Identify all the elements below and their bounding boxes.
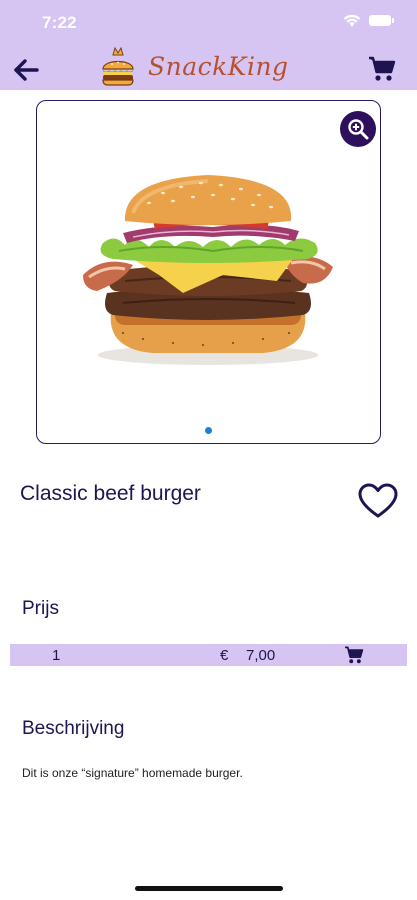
back-button[interactable] bbox=[8, 52, 44, 88]
cart-icon bbox=[369, 56, 396, 81]
arrow-left-icon bbox=[14, 59, 39, 81]
product-image-carousel[interactable] bbox=[36, 100, 381, 444]
status-time: 7:22 bbox=[42, 13, 77, 32]
app-header: 7:22 SnackKing bbox=[0, 0, 417, 90]
price-amount: 7,00 bbox=[246, 646, 276, 664]
product-detail-screen: 7:22 SnackKing Classic beef burger Prijs… bbox=[0, 0, 417, 900]
product-name: Classic beef burger bbox=[20, 482, 201, 505]
zoom-button[interactable] bbox=[340, 111, 376, 147]
status-icons bbox=[343, 14, 394, 27]
brand: SnackKing bbox=[100, 44, 289, 88]
description-heading: Beschrijving bbox=[22, 718, 125, 739]
home-indicator[interactable] bbox=[135, 886, 283, 891]
price-row: 1 € 7,00 bbox=[10, 644, 407, 666]
price-heading: Prijs bbox=[22, 598, 59, 619]
quantity-value[interactable]: 1 bbox=[52, 647, 60, 664]
heart-outline-icon bbox=[358, 483, 398, 518]
battery-icon bbox=[369, 15, 394, 26]
cart-button[interactable] bbox=[365, 52, 399, 86]
brand-title: SnackKing bbox=[148, 51, 289, 81]
add-to-cart-button[interactable] bbox=[344, 646, 364, 664]
product-image bbox=[83, 175, 333, 365]
cart-icon bbox=[345, 646, 364, 664]
wifi-icon bbox=[343, 14, 361, 27]
description-text: Dit is onze “signature” homemade burger. bbox=[22, 766, 243, 780]
price-currency: € bbox=[220, 646, 229, 664]
favorite-button[interactable] bbox=[357, 482, 399, 520]
zoom-in-icon bbox=[348, 119, 369, 140]
carousel-page-indicator[interactable] bbox=[205, 427, 212, 434]
burger-crown-logo bbox=[102, 46, 134, 86]
